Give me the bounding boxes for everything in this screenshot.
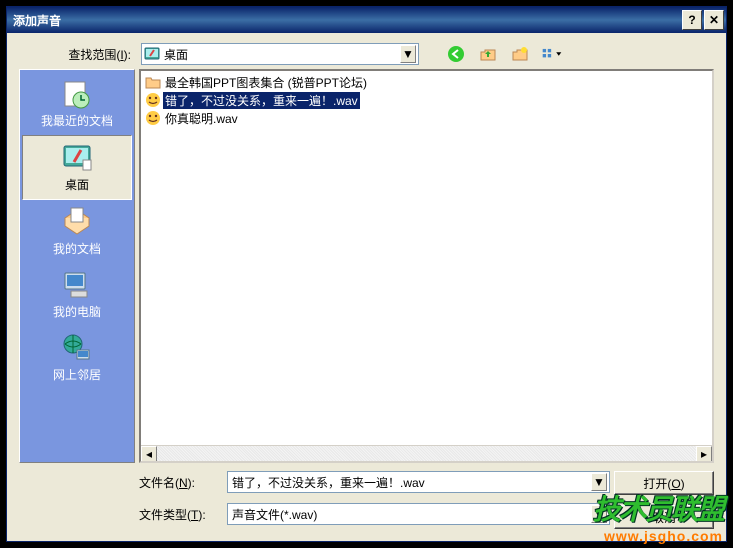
lookin-arrow[interactable]: ▼	[400, 45, 416, 63]
wav-icon	[145, 110, 161, 126]
places-bar: 我最近的文档 桌面 我的文档 我的电脑 网上邻居	[19, 69, 135, 463]
filetype-row: 文件类型(T): 声音文件(*.wav) ▼	[139, 503, 610, 525]
sidebar-item-network[interactable]: 网上邻居	[22, 326, 132, 389]
dialog-body: 查找范围(I): 桌面 ▼ 我最近的文档	[7, 33, 726, 541]
folder-icon	[145, 74, 161, 90]
list-item[interactable]: 你真聪明.wav	[143, 109, 710, 127]
recent-icon	[61, 78, 93, 110]
filetype-label: 文件类型(T):	[139, 506, 219, 523]
lookin-combo[interactable]: 桌面 ▼	[141, 43, 419, 65]
new-folder-button[interactable]	[509, 43, 531, 65]
open-button[interactable]: 打开(O)	[614, 471, 714, 495]
lookin-value: 桌面	[164, 46, 400, 63]
sidebar-item-recent[interactable]: 我最近的文档	[22, 72, 132, 135]
list-item[interactable]: 最全韩国PPT图表集合 (锐普PPT论坛)	[143, 73, 710, 91]
documents-icon	[61, 206, 93, 238]
scroll-left-button[interactable]: ◂	[141, 446, 157, 462]
dialog-window: 添加声音 ? ✕ 查找范围(I): 桌面 ▼	[6, 6, 727, 542]
file-list[interactable]: 最全韩国PPT图表集合 (锐普PPT论坛) 错了，不过没关系，重来一遍！.wav…	[139, 69, 714, 463]
back-button[interactable]	[445, 43, 467, 65]
cancel-button[interactable]: 取消	[614, 505, 714, 529]
sidebar-item-label: 我的电脑	[53, 303, 101, 320]
sidebar-item-documents[interactable]: 我的文档	[22, 200, 132, 263]
filename-row: 文件名(N): 错了，不过没关系，重来一遍！.wav ▼	[139, 471, 610, 493]
filename-combo[interactable]: 错了，不过没关系，重来一遍！.wav ▼	[227, 471, 610, 493]
sidebar-item-label: 我最近的文档	[41, 112, 113, 129]
file-name: 最全韩国PPT图表集合 (锐普PPT论坛)	[163, 74, 369, 91]
close-button[interactable]: ✕	[704, 10, 724, 30]
file-name: 你真聪明.wav	[163, 110, 240, 127]
filetype-value: 声音文件(*.wav)	[230, 506, 591, 523]
sidebar-item-label: 我的文档	[53, 240, 101, 257]
computer-icon	[61, 269, 93, 301]
title-text: 添加声音	[13, 12, 682, 29]
filetype-combo[interactable]: 声音文件(*.wav) ▼	[227, 503, 610, 525]
help-button[interactable]: ?	[682, 10, 702, 30]
scroll-right-button[interactable]: ▸	[696, 446, 712, 462]
sidebar-item-computer[interactable]: 我的电脑	[22, 263, 132, 326]
list-item[interactable]: 错了，不过没关系，重来一遍！.wav	[143, 91, 710, 109]
lookin-row: 查找范围(I): 桌面 ▼	[19, 43, 714, 65]
middle-area: 我最近的文档 桌面 我的文档 我的电脑 网上邻居	[19, 69, 714, 463]
sidebar-item-label: 桌面	[65, 176, 89, 193]
bottom-area: 文件名(N): 错了，不过没关系，重来一遍！.wav ▼ 文件类型(T): 声音…	[19, 471, 714, 529]
wav-icon	[145, 92, 161, 108]
network-icon	[61, 332, 93, 364]
desktop-icon	[144, 46, 160, 62]
desktop-large-icon	[61, 142, 93, 174]
lookin-label: 查找范围(I):	[19, 46, 135, 63]
scroll-track[interactable]	[157, 446, 696, 461]
sidebar-item-desktop[interactable]: 桌面	[22, 135, 132, 200]
sidebar-item-label: 网上邻居	[53, 366, 101, 383]
file-name: 错了，不过没关系，重来一遍！.wav	[163, 92, 360, 109]
up-button[interactable]	[477, 43, 499, 65]
filename-label: 文件名(N):	[139, 474, 219, 491]
view-menu-button[interactable]	[541, 43, 563, 65]
filetype-arrow[interactable]: ▼	[591, 505, 607, 523]
titlebar[interactable]: 添加声音 ? ✕	[7, 7, 726, 33]
horizontal-scrollbar[interactable]: ◂ ▸	[141, 445, 712, 461]
toolbar	[445, 43, 563, 65]
filename-value: 错了，不过没关系，重来一遍！.wav	[230, 474, 591, 491]
filename-arrow[interactable]: ▼	[591, 473, 607, 491]
